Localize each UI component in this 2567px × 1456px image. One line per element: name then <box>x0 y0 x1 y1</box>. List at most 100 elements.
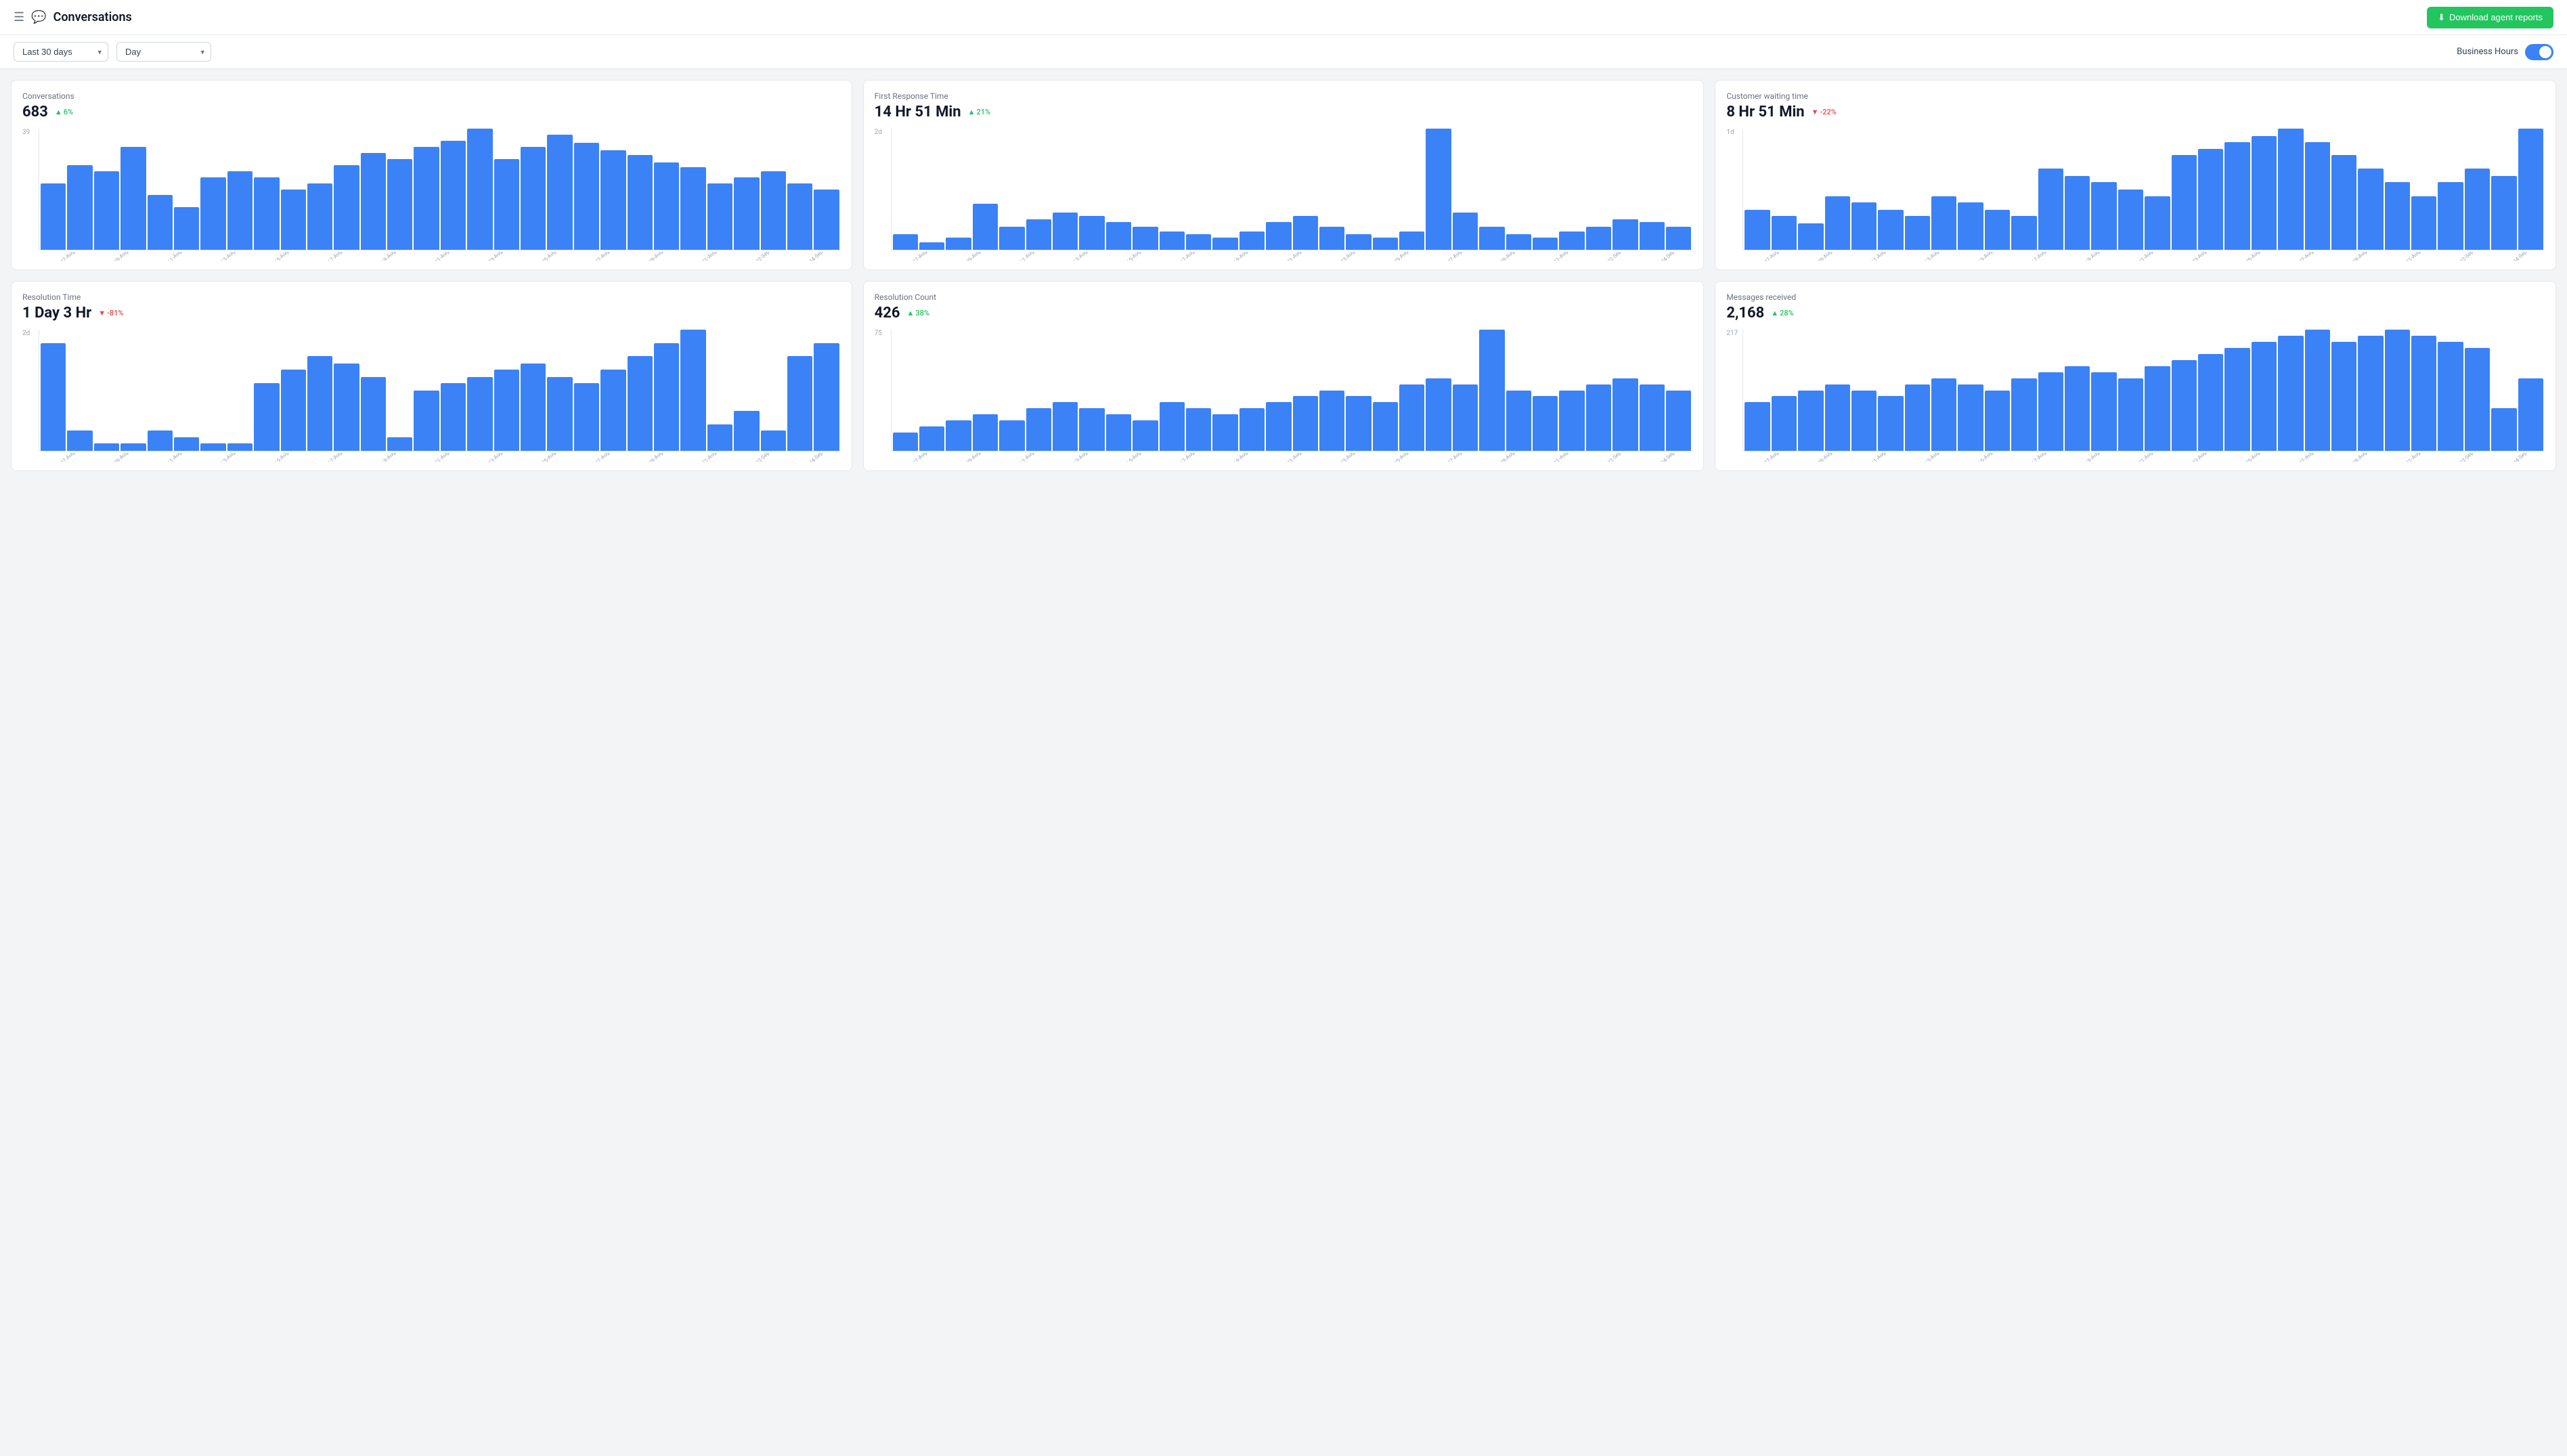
chart-value-row-conversations: 683 ▲ 6% <box>22 104 841 120</box>
chart-area-resolution-count: 75 07-Aug09-Aug11-Aug13-Aug15-Aug17-Aug1… <box>875 330 1693 465</box>
x-label: 07-Aug <box>898 252 940 261</box>
bar-conversations-15 <box>441 141 466 250</box>
bar-resolution-count-27 <box>1612 378 1638 451</box>
bar-messages-received-12 <box>2065 366 2090 451</box>
bar-resolution-time-0 <box>41 343 66 451</box>
bar-first-response-time-10 <box>1160 231 1185 250</box>
chart-label-resolution-time: Resolution Time <box>22 292 841 302</box>
x-label: 29-Aug <box>2339 453 2381 462</box>
bar-first-response-time-13 <box>1239 231 1265 250</box>
chart-label-customer-waiting-time: Customer waiting time <box>1726 91 2545 101</box>
download-agent-reports-button[interactable]: ⬇ Download agent reports <box>2427 7 2553 28</box>
toolbar-right: Business Hours <box>2457 44 2553 60</box>
x-label: 17-Aug <box>2018 252 2060 261</box>
x-label: 17-Aug <box>1166 252 1208 261</box>
bar-customer-waiting-time-5 <box>1878 210 1903 250</box>
x-label: 09-Aug <box>1804 453 1846 462</box>
bar-resolution-count-28 <box>1640 384 1665 451</box>
x-label: 19-Aug <box>1219 453 1261 462</box>
trend-arrow-resolution-time: ▼ <box>98 309 106 317</box>
bar-messages-received-15 <box>2145 366 2170 451</box>
menu-icon[interactable]: ☰ <box>14 10 24 24</box>
bar-resolution-time-8 <box>254 383 279 451</box>
chart-value-first-response-time: 14 Hr 51 Min <box>875 104 961 120</box>
period-select[interactable]: Day Hour Week Month <box>116 42 211 62</box>
bar-first-response-time-27 <box>1612 219 1638 250</box>
x-label: 07-Aug <box>898 453 940 462</box>
x-label: 04-Sep <box>2499 453 2541 462</box>
x-label: 23-Aug <box>2178 252 2220 261</box>
chart-area-resolution-time: 2d 07-Aug09-Aug11-Aug13-Aug15-Aug17-Aug1… <box>22 330 841 465</box>
x-label: 11-Aug <box>1005 252 1047 261</box>
chart-label-messages-received: Messages received <box>1726 292 2545 302</box>
header: ☰ 💬 Conversations ⬇ Download agent repor… <box>0 0 2567 35</box>
bar-messages-received-29 <box>2518 378 2543 451</box>
bar-first-response-time-0 <box>893 234 918 250</box>
chart-value-row-customer-waiting-time: 8 Hr 51 Min ▼ -22% <box>1726 104 2545 120</box>
x-label: 29-Aug <box>634 252 676 261</box>
chart-card-messages-received: Messages received 2,168 ▲ 28% 217 07-Aug… <box>1715 281 2556 471</box>
x-label: 15-Aug <box>1965 252 2006 261</box>
bar-conversations-13 <box>387 159 412 250</box>
x-label: 21-Aug <box>2125 252 2167 261</box>
date-range-filter[interactable]: Last 30 days Last 7 days Last 90 days Cu… <box>14 42 108 62</box>
bar-first-response-time-14 <box>1266 222 1291 250</box>
bar-conversations-8 <box>254 177 279 250</box>
trend-arrow-conversations: ▲ <box>55 108 62 116</box>
bar-resolution-time-26 <box>734 411 759 451</box>
x-label: 17-Aug <box>313 252 355 261</box>
bar-customer-waiting-time-22 <box>2331 155 2356 250</box>
bars-container-conversations <box>39 129 841 250</box>
x-label: 23-Aug <box>1326 252 1368 261</box>
bar-first-response-time-6 <box>1053 213 1078 250</box>
x-label: 15-Aug <box>1965 453 2006 462</box>
x-label: 31-Aug <box>2392 252 2434 261</box>
bar-customer-waiting-time-17 <box>2198 149 2223 250</box>
bar-customer-waiting-time-9 <box>1985 210 2010 250</box>
bar-customer-waiting-time-11 <box>2038 169 2063 250</box>
bar-customer-waiting-time-14 <box>2118 190 2143 250</box>
x-label: 25-Aug <box>1380 252 1422 261</box>
bar-resolution-time-17 <box>494 370 519 451</box>
bar-conversations-5 <box>174 207 199 250</box>
bar-conversations-27 <box>761 171 786 250</box>
bar-messages-received-8 <box>1958 384 1983 451</box>
bar-customer-waiting-time-21 <box>2305 142 2330 250</box>
bars-container-customer-waiting-time <box>1742 129 2545 250</box>
x-label: 07-Aug <box>1751 453 1793 462</box>
x-label: 25-Aug <box>2232 453 2274 462</box>
bar-first-response-time-12 <box>1212 238 1237 250</box>
bar-resolution-time-7 <box>227 443 253 451</box>
bar-conversations-2 <box>94 171 119 250</box>
bar-customer-waiting-time-24 <box>2385 182 2410 250</box>
period-filter[interactable]: Day Hour Week Month ▾ <box>116 42 211 62</box>
bar-first-response-time-3 <box>973 204 998 250</box>
chart-label-conversations: Conversations <box>22 91 841 101</box>
x-label: 15-Aug <box>261 252 303 261</box>
bar-resolution-time-6 <box>200 443 225 451</box>
date-range-select[interactable]: Last 30 days Last 7 days Last 90 days Cu… <box>14 42 108 62</box>
x-label: 23-Aug <box>474 252 516 261</box>
x-label: 02-Sep <box>741 252 783 261</box>
x-label: 15-Aug <box>1112 252 1154 261</box>
chart-area-conversations: 39 07-Aug09-Aug11-Aug13-Aug15-Aug17-Aug1… <box>22 129 841 264</box>
x-label: 23-Aug <box>474 453 516 462</box>
bar-resolution-time-20 <box>574 383 599 451</box>
x-label: 13-Aug <box>1911 453 1953 462</box>
trend-value-resolution-time: -81% <box>107 309 123 317</box>
bar-resolution-time-15 <box>441 383 466 451</box>
x-label: 21-Aug <box>1273 453 1315 462</box>
bar-customer-waiting-time-18 <box>2224 142 2250 250</box>
bar-customer-waiting-time-7 <box>1931 196 1956 250</box>
x-label: 27-Aug <box>2285 252 2327 261</box>
business-hours-toggle[interactable] <box>2525 44 2553 60</box>
x-label: 11-Aug <box>154 252 196 261</box>
x-label: 15-Aug <box>1112 453 1154 462</box>
bar-resolution-count-26 <box>1586 384 1611 451</box>
x-label: 21-Aug <box>420 453 462 462</box>
bar-resolution-count-1 <box>919 426 944 451</box>
bar-resolution-time-23 <box>654 343 679 451</box>
x-label: 13-Aug <box>1059 252 1101 261</box>
bar-messages-received-14 <box>2118 378 2143 451</box>
bar-first-response-time-7 <box>1079 216 1104 250</box>
